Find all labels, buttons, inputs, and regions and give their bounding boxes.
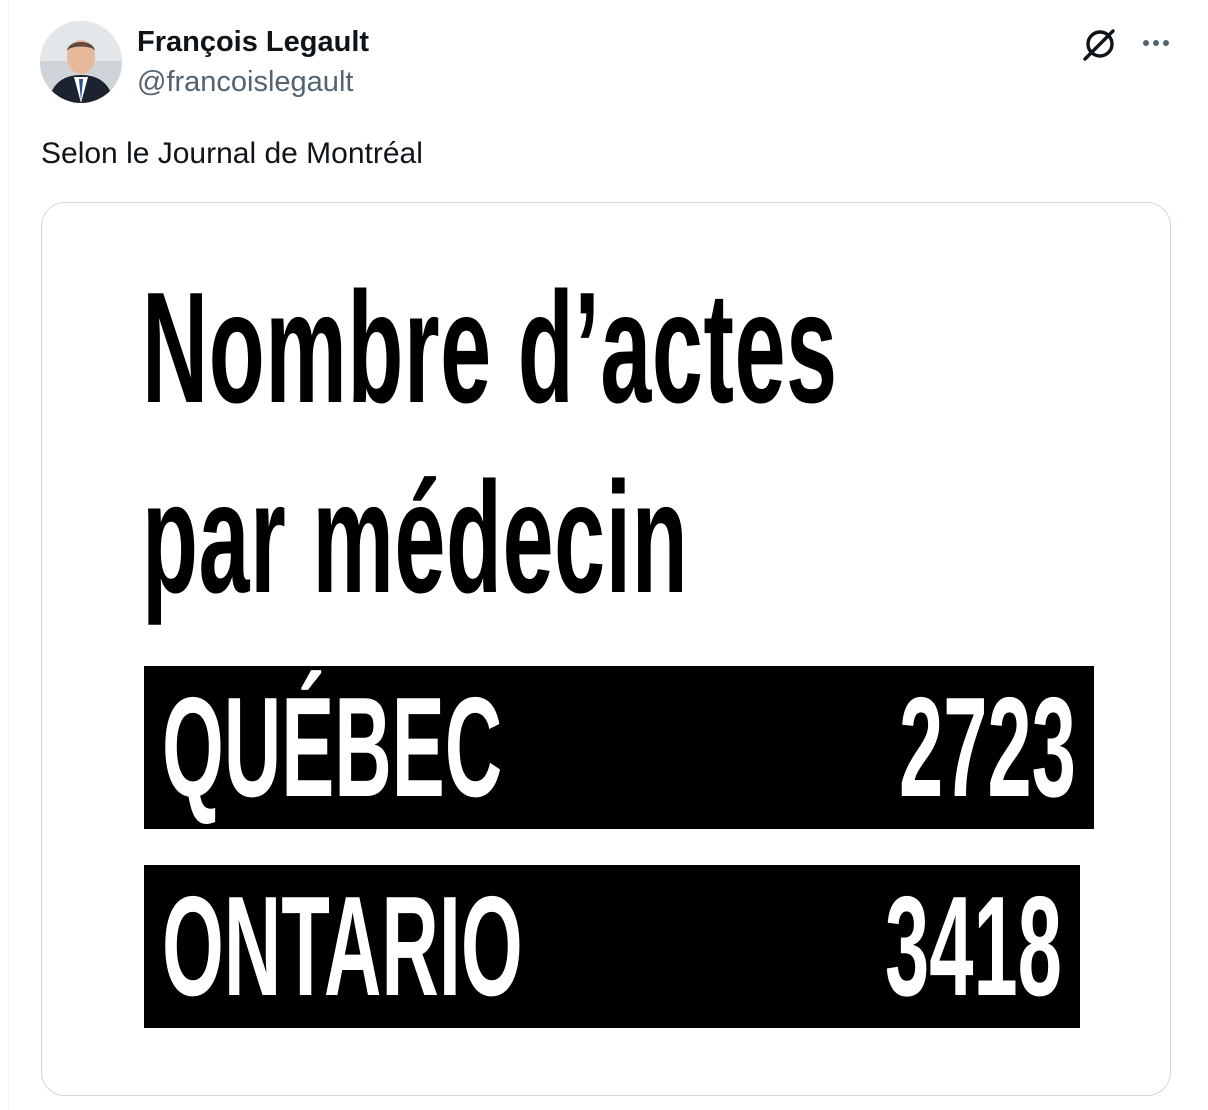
- headline-line-1: Nombre d’actes: [142, 260, 838, 436]
- tweet-media-image[interactable]: Nombre d’actes par médecin QUÉBEC 2723 O…: [41, 202, 1171, 1096]
- headline-line-2: par médecin: [142, 450, 689, 626]
- more-icon[interactable]: [1136, 24, 1176, 64]
- timeline-divider: [8, 0, 9, 1110]
- grok-icon[interactable]: [1080, 24, 1120, 64]
- author-handle[interactable]: @francoislegault: [137, 64, 353, 100]
- avatar[interactable]: [40, 21, 122, 103]
- tweet-text: Selon le Journal de Montréal: [41, 137, 423, 170]
- stat-value: 2723: [899, 668, 1076, 827]
- stat-value: 3418: [885, 867, 1062, 1026]
- stat-row-quebec: QUÉBEC 2723: [144, 666, 1094, 829]
- stat-label: ONTARIO: [162, 867, 523, 1026]
- graphic-headline: Nombre d’actes par médecin: [142, 253, 1170, 633]
- stat-label: QUÉBEC: [162, 668, 503, 827]
- avatar-photo: [40, 21, 122, 103]
- stat-row-ontario: ONTARIO 3418: [144, 865, 1080, 1028]
- author-display-name[interactable]: François Legault: [137, 24, 369, 60]
